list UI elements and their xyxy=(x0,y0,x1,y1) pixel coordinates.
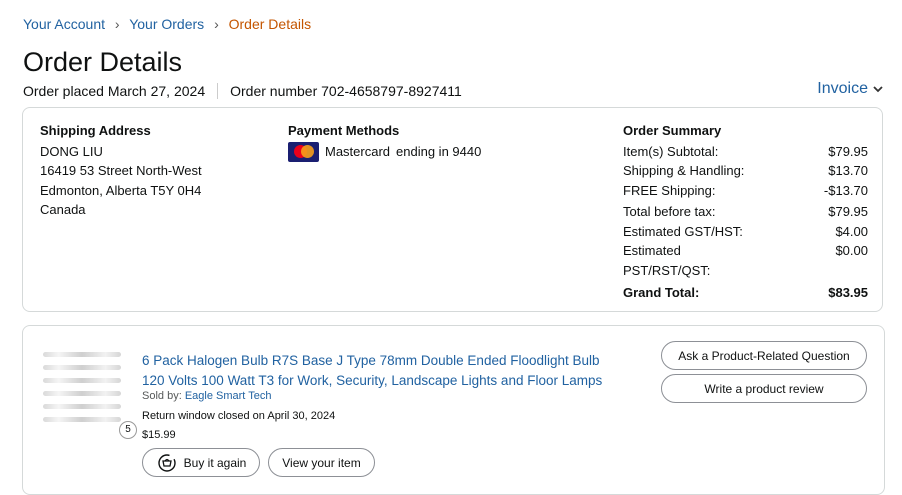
meta-divider xyxy=(217,83,219,99)
order-summary-heading: Order Summary xyxy=(623,123,722,138)
view-your-item-label: View your item xyxy=(282,455,361,470)
order-number: Order number 702-4658797-8927411 xyxy=(230,83,462,99)
summary-row: Estimated PST/RST/QST: $0.00 xyxy=(623,241,868,280)
mastercard-icon xyxy=(288,141,319,162)
order-summary-section: Order Summary Item(s) Subtotal: $79.95 S… xyxy=(623,121,868,303)
summary-value: $79.95 xyxy=(828,204,868,219)
grand-total-value: $83.95 xyxy=(828,285,868,300)
summary-label: Estimated PST/RST/QST: xyxy=(623,243,711,278)
order-placed-date: Order placed March 27, 2024 xyxy=(23,83,206,99)
item-price: $15.99 xyxy=(142,429,176,441)
ask-product-question-button[interactable]: Ask a Product-Related Question xyxy=(661,341,867,370)
write-product-review-label: Write a product review xyxy=(704,381,824,396)
grand-total-row: Grand Total: $83.95 xyxy=(623,283,868,303)
summary-label: Estimated GST/HST: xyxy=(623,223,743,239)
shipping-name: DONG LIU xyxy=(40,143,103,159)
summary-value: $13.70 xyxy=(828,163,868,178)
breadcrumb-separator: › xyxy=(114,16,120,32)
breadcrumb-your-orders[interactable]: Your Orders xyxy=(129,16,204,32)
payment-method-row: Mastercard ending in 9440 xyxy=(288,141,482,162)
order-summary-panel: Shipping Address DONG LIU 16419 53 Stree… xyxy=(22,107,883,312)
product-image[interactable] xyxy=(43,352,121,432)
payment-method-name: Mastercard xyxy=(325,143,391,159)
view-your-item-button[interactable]: View your item xyxy=(268,448,375,477)
summary-row: FREE Shipping: -$13.70 xyxy=(623,181,868,201)
summary-value: -$13.70 xyxy=(823,182,868,198)
invoice-label: Invoice xyxy=(817,80,868,97)
grand-total-label: Grand Total: xyxy=(623,285,700,300)
summary-value: $79.95 xyxy=(828,143,868,159)
shipping-country: Canada xyxy=(40,202,86,217)
summary-value: $4.00 xyxy=(835,223,868,239)
summary-row: Total before tax: $79.95 xyxy=(623,202,868,222)
payment-card-ending: ending in 9440 xyxy=(396,143,482,159)
shipping-city: Edmonton, Alberta T5Y 0H4 xyxy=(40,182,202,198)
summary-label: Item(s) Subtotal: xyxy=(623,143,719,159)
return-window-text: Return window closed on April 30, 2024 xyxy=(142,410,336,422)
payment-methods-section: Payment Methods Mastercard ending in 944… xyxy=(288,121,481,162)
seller-link[interactable]: Eagle Smart Tech xyxy=(185,390,272,402)
summary-label: Total before tax: xyxy=(623,204,716,219)
summary-row: Item(s) Subtotal: $79.95 xyxy=(623,142,868,162)
shipping-address-heading: Shipping Address xyxy=(40,123,151,138)
buy-it-again-label: Buy it again xyxy=(183,455,247,470)
buy-it-again-button[interactable]: Buy it again xyxy=(142,448,260,477)
ask-product-question-label: Ask a Product-Related Question xyxy=(678,348,850,363)
order-meta: Order placed March 27, 2024 Order number… xyxy=(23,83,462,99)
write-product-review-button[interactable]: Write a product review xyxy=(661,374,867,403)
quantity-badge: 5 xyxy=(119,421,137,439)
summary-row: Estimated GST/HST: $4.00 xyxy=(623,222,868,242)
payment-methods-heading: Payment Methods xyxy=(288,123,400,138)
product-title-link[interactable]: 6 Pack Halogen Bulb R7S Base J Type 78mm… xyxy=(142,351,622,391)
shipping-address-section: Shipping Address DONG LIU 16419 53 Stree… xyxy=(40,121,202,220)
breadcrumb: Your Account › Your Orders › Order Detai… xyxy=(23,16,311,32)
summary-value: $0.00 xyxy=(835,243,868,258)
breadcrumb-your-account[interactable]: Your Account xyxy=(23,16,105,32)
buy-again-icon xyxy=(157,453,176,472)
sold-by-label: Sold by: xyxy=(142,390,182,402)
summary-label: FREE Shipping: xyxy=(623,182,716,198)
breadcrumb-current: Order Details xyxy=(228,16,312,32)
order-item-card: 5 6 Pack Halogen Bulb R7S Base J Type 78… xyxy=(22,325,885,495)
page-title: Order Details xyxy=(23,47,183,77)
invoice-dropdown[interactable]: Invoice xyxy=(817,80,884,98)
breadcrumb-separator: › xyxy=(214,16,219,32)
summary-label: Shipping & Handling: xyxy=(623,163,745,178)
sold-by: Sold by: Eagle Smart Tech xyxy=(142,390,271,402)
chevron-down-icon xyxy=(873,86,883,93)
shipping-street: 16419 53 Street North-West xyxy=(40,163,202,178)
summary-row: Shipping & Handling: $13.70 xyxy=(623,161,868,181)
